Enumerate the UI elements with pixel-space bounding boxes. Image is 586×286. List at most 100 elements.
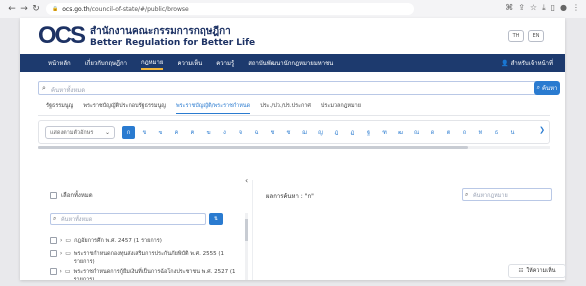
sidebar-scrollbar[interactable] [245,213,248,280]
alphabet-filter: แสดงตามตัวอักษร ⌄ กขฃคฅฆงจฉชซฌญฎฏฐฑฒณดตถ… [38,120,550,144]
nav-item-opinions[interactable]: ความเห็น [177,58,202,68]
sidebar-icon[interactable]: ▯ [551,3,555,13]
org-name-english: Better Regulation for Better Life [90,38,256,48]
alphabet-mode-select[interactable]: แสดงตามตัวอักษร ⌄ [45,126,115,139]
chevron-right-icon[interactable]: ❯ [539,126,545,134]
forward-icon[interactable]: → [18,4,30,14]
alphabet-letter[interactable]: น [506,126,519,139]
user-icon: 👤 [501,60,509,67]
results-search-input[interactable]: ⌕ ค้นหากฎหมาย [462,188,552,201]
tab-act-decree[interactable]: พระราชบัญญัติ/พระราชกำหนด [175,102,251,114]
sidebar-filter-input[interactable]: ⌕ ค้นหาทั้งหมด [50,213,206,225]
tab-organic-act[interactable]: พระราชบัญญัติประกอบรัฐธรรมนูญ [83,102,166,114]
feedback-button[interactable]: ☷ ให้ความเห็น [508,264,566,278]
checkbox-box[interactable] [50,268,57,275]
alphabet-letter[interactable]: ท [474,126,487,139]
alphabet-letter[interactable]: ธ [490,126,503,139]
alphabet-letter[interactable]: ฏ [346,126,359,139]
checkbox-box[interactable] [50,250,57,257]
profile-icon[interactable]: ● [560,3,567,13]
tab-constitution[interactable]: รัฐธรรมนูญ [46,102,73,114]
download-icon[interactable]: ⤓ [542,3,546,13]
address-bar[interactable]: 🔒 ocs.go.th /council-of-state/#/public/b… [46,3,414,15]
alphabet-letter[interactable]: ญ [314,126,327,139]
lang-en-button[interactable]: EN [528,30,544,42]
site-header: OCS สำนักงานคณะกรรมการกฤษฎีกา Better Reg… [20,18,565,54]
bookmark-star-icon[interactable]: ☆ [530,3,537,13]
back-icon[interactable]: ← [6,4,18,14]
alphabet-letter[interactable]: ฉ [250,126,263,139]
alphabet-mode-label: แสดงตามตัวอักษร [50,129,94,136]
alphabet-letter[interactable]: ฑ [378,126,391,139]
chevron-right-icon[interactable]: › [60,250,62,257]
tree-item[interactable]: › ▭ กฎอัยการศึก พ.ศ. 2457 (1 รายการ) [50,237,240,245]
nav-item-institute[interactable]: สถาบันพัฒนานักกฎหมายมหาชน [248,58,333,68]
alphabet-letter[interactable]: ฐ [362,126,375,139]
alphabet-letter[interactable]: ถ [458,126,471,139]
logo-text: OCS [38,22,86,49]
browser-window: ← → ↻ 🔒 ocs.go.th /council-of-state/#/pu… [0,0,586,286]
staff-login-link[interactable]: 👤 สำหรับเจ้าหน้าที่ [501,58,553,68]
nav-item-laws[interactable]: กฎหมาย [140,57,164,70]
nav-item-home[interactable]: หน้าหลัก [48,58,71,68]
alphabet-letter[interactable]: ค [170,126,183,139]
alphabet-letter[interactable]: ณ [410,126,423,139]
search-icon: ⌕ [53,215,57,222]
tree-item[interactable]: › ▭ พระราชกำหนดการกู้ยืมเงินที่เป็นการฉ้… [50,268,240,280]
nav-item-about[interactable]: เกี่ยวกับกฤษฎีกา [85,58,127,68]
results-heading: ผลการค้นหา : "ก" [266,193,314,200]
tab-announcements[interactable]: ประ./ปว./ปร.ประกาศ [260,102,311,114]
chevron-right-icon[interactable]: › [60,268,62,275]
lang-th-button[interactable]: TH [508,30,524,42]
tree-item-label: กฎอัยการศึก พ.ศ. 2457 (1 รายการ) [74,238,162,244]
alphabet-letter[interactable]: ก [122,126,135,139]
alphabet-letter[interactable]: ช [266,126,279,139]
translate-icon[interactable]: ⌘ [505,3,513,13]
search-button[interactable]: ⌕ ค้นหา [534,81,560,95]
org-name-thai: สำนักงานคณะกรรมการกฤษฎีกา [90,26,231,37]
alphabet-letter[interactable]: ข [138,126,151,139]
sort-icon: ⇅ [213,216,219,222]
share-icon[interactable]: ⇪ [518,3,525,13]
folder-icon: ▭ [65,250,71,257]
collapse-sidebar-icon[interactable]: ‹ [245,176,248,185]
sort-button[interactable]: ⇅ [209,213,223,225]
alphabet-letter[interactable]: ซ [282,126,295,139]
chevron-down-icon: ⌄ [104,129,110,136]
search-placeholder: ค้นหาทั้งหมด [51,87,86,94]
alphabet-letter[interactable]: ด [426,126,439,139]
browser-toolbar: ← → ↻ 🔒 ocs.go.th /council-of-state/#/pu… [0,0,586,18]
alphabet-letter[interactable]: ฌ [298,126,311,139]
web-page: OCS สำนักงานคณะกรรมการกฤษฎีกา Better Reg… [20,18,565,280]
alphabet-letter[interactable]: จ [234,126,247,139]
tab-codes[interactable]: ประมวลกฎหมาย [321,102,361,114]
folder-icon: ▭ [64,268,71,275]
global-search-input[interactable]: ⌕ ค้นหาทั้งหมด [38,81,548,95]
alphabet-letter[interactable]: ฎ [330,126,343,139]
results-search-placeholder: ค้นหากฎหมาย [473,193,508,199]
chevron-right-icon[interactable]: › [60,237,62,244]
scrollbar-thumb[interactable] [38,146,468,149]
alphabet-scrollbar[interactable] [38,146,550,149]
feedback-icon: ☷ [518,268,524,274]
tree-item-label: พระราชกำหนดกองทุนส่งเสริมการประกันภัยพิบ… [73,251,225,265]
nav-item-knowledge[interactable]: ความรู้ [216,58,234,68]
select-all-checkbox[interactable]: เลือกทั้งหมด [50,190,93,200]
alphabet-letter[interactable]: ฒ [394,126,407,139]
alphabet-letter[interactable]: ง [218,126,231,139]
tab-divider [38,115,550,116]
ocs-logo[interactable]: OCS [38,23,86,49]
checkbox-box[interactable] [50,237,57,244]
tree-item[interactable]: › ▭ พระราชกำหนดกองทุนส่งเสริมการประกันภั… [50,250,240,266]
select-all-label: เลือกทั้งหมด [61,192,93,199]
menu-dots-icon[interactable]: ⋮ [572,3,580,13]
reload-icon[interactable]: ↻ [30,4,42,14]
alphabet-letter[interactable]: ฆ [202,126,215,139]
alphabet-letter[interactable]: ต [442,126,455,139]
lock-icon: 🔒 [52,6,59,12]
alphabet-letter[interactable]: ฅ [186,126,199,139]
checkbox-box[interactable] [50,191,57,199]
scrollbar-thumb[interactable] [245,219,248,241]
browser-tools: ⌘ ⇪ ☆ ⤓ ▯ ● ⋮ [505,3,580,13]
alphabet-letter[interactable]: ฃ [154,126,167,139]
